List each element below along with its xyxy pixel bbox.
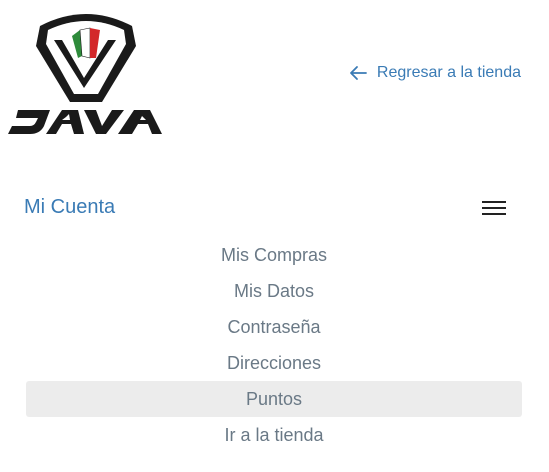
back-to-store-link[interactable]: Regresar a la tienda xyxy=(349,64,521,82)
back-to-store-label: Regresar a la tienda xyxy=(376,64,521,81)
nav-item-ir-a-la-tienda[interactable]: Ir a la tienda xyxy=(26,417,522,453)
nav-item-mis-compras[interactable]: Mis Compras xyxy=(26,237,522,273)
account-nav-menu: Mis Compras Mis Datos Contraseña Direcci… xyxy=(26,237,522,453)
nav-item-mis-datos[interactable]: Mis Datos xyxy=(26,273,522,309)
hamburger-line xyxy=(482,207,506,209)
java-shield-logo-icon xyxy=(8,14,162,134)
arrow-left-icon xyxy=(350,66,367,80)
hamburger-line xyxy=(482,201,506,203)
nav-item-direcciones[interactable]: Direcciones xyxy=(26,345,522,381)
nav-item-contrasena[interactable]: Contraseña xyxy=(26,309,522,345)
nav-item-puntos[interactable]: Puntos xyxy=(26,381,522,417)
hamburger-line xyxy=(482,213,506,215)
java-logo[interactable] xyxy=(4,6,164,138)
page: Regresar a la tienda Mi Cuenta Mis Compr… xyxy=(0,0,549,472)
hamburger-menu-icon[interactable] xyxy=(479,197,509,219)
account-title: Mi Cuenta xyxy=(24,196,116,218)
